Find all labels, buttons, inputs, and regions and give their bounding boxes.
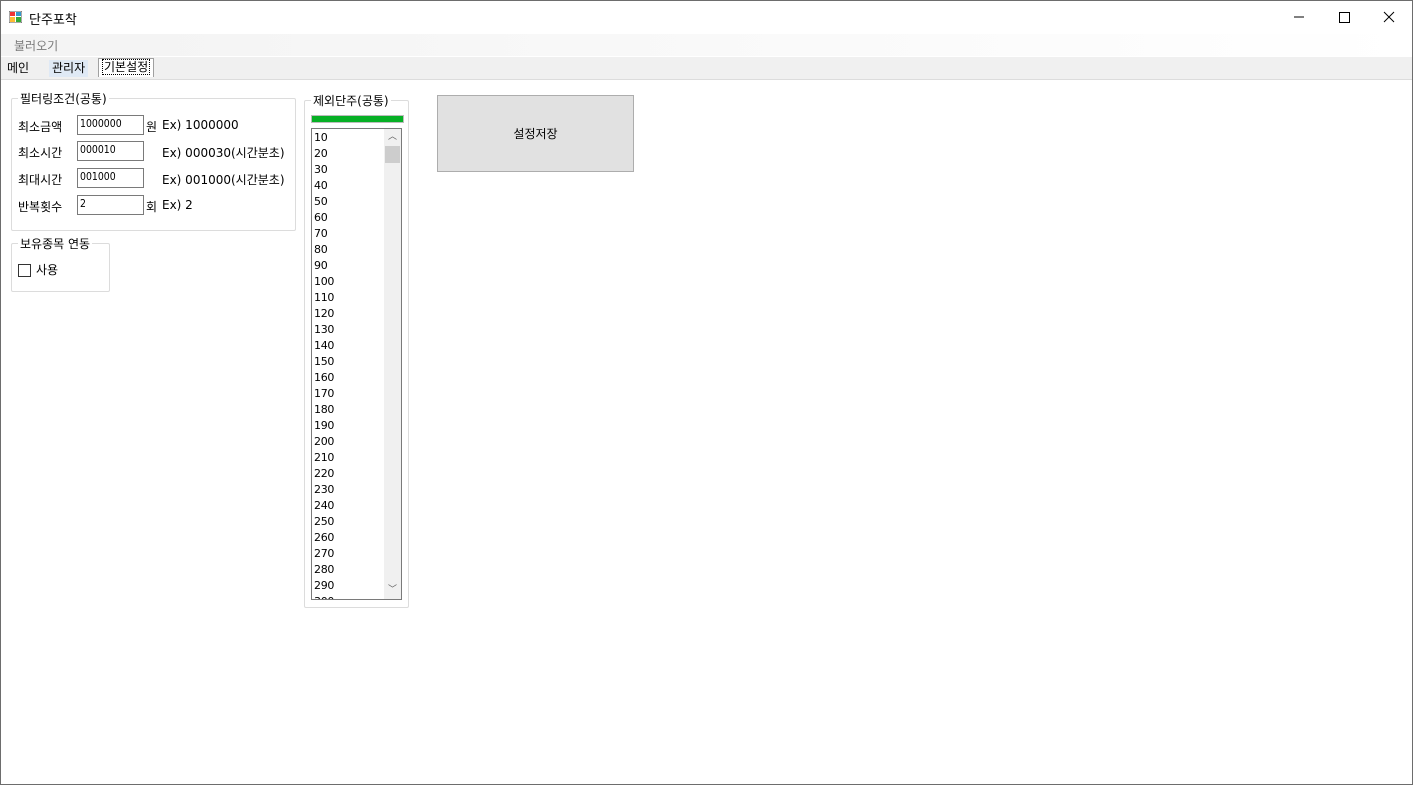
min-amount-hint: Ex) 1000000 <box>162 118 239 132</box>
min-amount-label: 최소금액 <box>18 120 63 134</box>
list-item[interactable]: 30 <box>313 162 385 178</box>
tab-settings-label: 기본설정 <box>102 59 151 75</box>
exclude-list-items: 10 20 30 40 50 60 70 80 90 100 110 120 130 140 150 160 1… <box>313 130 385 599</box>
list-item[interactable]: 300 <box>313 594 385 599</box>
exclude-group-title: 제외단주(공통) <box>311 92 391 109</box>
tab-strip: 메인 관리자 기본설정 <box>1 57 1412 80</box>
maximize-button[interactable] <box>1321 1 1367 33</box>
list-item[interactable]: 140 <box>313 338 385 354</box>
list-item[interactable]: 100 <box>313 274 385 290</box>
settings-panel: 필터링조건(공통) 최소금액 1000000 원 Ex) 1000000 최소시… <box>1 80 1412 784</box>
menu-load[interactable]: 불러오기 <box>14 37 58 54</box>
list-item[interactable]: 280 <box>313 562 385 578</box>
min-amount-input[interactable]: 1000000 <box>77 115 144 135</box>
list-item[interactable]: 150 <box>313 354 385 370</box>
exclude-group: 제외단주(공통) 10 20 30 40 50 60 70 80 90 100 110 120 130 1… <box>304 92 409 608</box>
holdings-group-title: 보유종목 연동 <box>18 235 93 252</box>
list-item[interactable]: 210 <box>313 450 385 466</box>
scroll-thumb[interactable] <box>385 146 400 163</box>
tab-main[interactable]: 메인 <box>4 60 32 77</box>
max-time-hint: Ex) 001000(시간분초) <box>162 173 285 187</box>
repeat-unit: 회 <box>146 200 158 214</box>
repeat-label: 반복횟수 <box>18 200 63 214</box>
progress-fill <box>312 116 403 122</box>
repeat-input[interactable]: 2 <box>77 195 144 215</box>
list-item[interactable]: 190 <box>313 418 385 434</box>
min-amount-value: 1000000 <box>80 117 122 130</box>
list-item[interactable]: 130 <box>313 322 385 338</box>
filter-group: 필터링조건(공통) 최소금액 1000000 원 Ex) 1000000 최소시… <box>11 90 296 231</box>
holdings-group: 보유종목 연동 사용 <box>11 235 110 292</box>
tab-settings[interactable]: 기본설정 <box>98 58 155 77</box>
list-item[interactable]: 110 <box>313 290 385 306</box>
use-checkbox[interactable] <box>18 264 31 277</box>
list-item[interactable]: 70 <box>313 226 385 242</box>
exclude-progress-bar <box>311 115 404 123</box>
repeat-hint: Ex) 2 <box>162 198 193 212</box>
list-item[interactable]: 50 <box>313 194 385 210</box>
min-time-hint: Ex) 000030(시간분초) <box>162 146 285 160</box>
list-item[interactable]: 80 <box>313 242 385 258</box>
main-window: 단주포착 불러오기 메인 관리자 기본설정 필터링조건(공통) 최소금액 100… <box>0 0 1413 785</box>
list-item[interactable]: 250 <box>313 514 385 530</box>
list-item[interactable]: 20 <box>313 146 385 162</box>
repeat-value: 2 <box>80 197 86 210</box>
minimize-icon <box>1294 16 1304 18</box>
scroll-up-icon[interactable]: ︿ <box>384 129 401 146</box>
min-time-input[interactable]: 000010 <box>77 141 144 161</box>
filter-group-title: 필터링조건(공통) <box>18 90 109 107</box>
min-amount-unit: 원 <box>146 120 158 134</box>
list-item[interactable]: 60 <box>313 210 385 226</box>
list-item[interactable]: 160 <box>313 370 385 386</box>
list-item[interactable]: 230 <box>313 482 385 498</box>
list-item[interactable]: 40 <box>313 178 385 194</box>
menu-bar: 불러오기 <box>1 34 1412 56</box>
title-bar: 단주포착 <box>1 1 1412 33</box>
listbox-scrollbar[interactable]: ︿ ﹀ <box>384 129 401 599</box>
save-settings-button[interactable]: 설정저장 <box>437 95 634 172</box>
list-item[interactable]: 90 <box>313 258 385 274</box>
list-item[interactable]: 220 <box>313 466 385 482</box>
close-button[interactable] <box>1366 1 1412 33</box>
list-item[interactable]: 270 <box>313 546 385 562</box>
list-item[interactable]: 10 <box>313 130 385 146</box>
window-title: 단주포착 <box>29 13 77 28</box>
scroll-down-icon[interactable]: ﹀ <box>384 582 401 599</box>
min-time-value: 000010 <box>80 143 116 156</box>
list-item[interactable]: 260 <box>313 530 385 546</box>
list-item[interactable]: 180 <box>313 402 385 418</box>
max-time-label: 최대시간 <box>18 173 63 187</box>
tab-admin[interactable]: 관리자 <box>49 60 89 77</box>
max-time-input[interactable]: 001000 <box>77 168 144 188</box>
max-time-value: 001000 <box>80 170 116 183</box>
list-item[interactable]: 240 <box>313 498 385 514</box>
minimize-button[interactable] <box>1276 1 1322 33</box>
list-item[interactable]: 120 <box>313 306 385 322</box>
close-icon <box>1383 11 1395 23</box>
list-item[interactable]: 170 <box>313 386 385 402</box>
use-checkbox-label[interactable]: 사용 <box>36 261 58 278</box>
maximize-icon <box>1339 12 1350 23</box>
app-icon <box>9 11 22 23</box>
min-time-label: 최소시간 <box>18 146 63 160</box>
list-item[interactable]: 200 <box>313 434 385 450</box>
list-item[interactable]: 290 <box>313 578 385 594</box>
exclude-listbox[interactable]: 10 20 30 40 50 60 70 80 90 100 110 120 130 140 150 160 1… <box>311 128 402 600</box>
